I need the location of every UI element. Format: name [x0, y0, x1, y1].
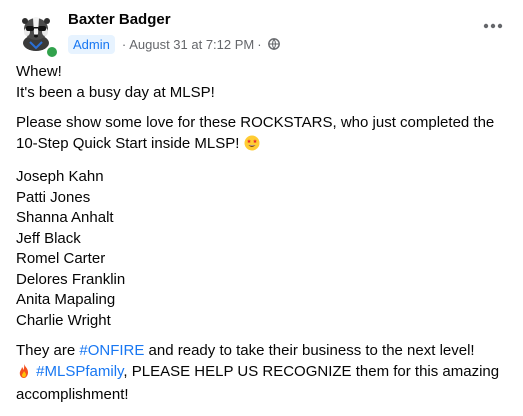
closing-paragraph: They are #ONFIRE and ready to take their… [16, 341, 511, 406]
greeting-line-1: Whew! [16, 63, 62, 80]
list-item: Romel Carter [16, 250, 106, 267]
hashtag-onfire-link[interactable]: #ONFIRE [79, 342, 144, 359]
list-item: Jeff Black [16, 229, 81, 247]
list-item: Patti Jones [16, 188, 91, 206]
online-status-dot [45, 45, 59, 59]
list-item: Joseph Kahn [16, 168, 104, 185]
facebook-post: Baxter Badger Admin · August 31 at 7:12 … [0, 0, 523, 405]
author-name[interactable]: Baxter Badger [68, 11, 171, 28]
globe-icon[interactable] [267, 38, 280, 50]
post-timestamp[interactable]: August 31 at 7:12 PM [129, 37, 254, 52]
star-struck-emoji [244, 135, 260, 158]
post-content: Whew! It's been a busy day at MLSP! Plea… [16, 62, 511, 416]
fire-emoji [16, 363, 32, 386]
greeting-line-2: It's been a busy day at MLSP! [16, 83, 215, 101]
more-options-icon[interactable] [479, 16, 507, 36]
closing-text: and ready to take their business to the … [144, 342, 475, 359]
closing-text: They are [16, 342, 80, 359]
intro-paragraph: Please show some love for these ROCKSTAR… [16, 113, 511, 157]
list-item: Shanna Anhalt [16, 209, 114, 226]
post-meta: Admin · August 31 at 7:12 PM · [68, 34, 280, 54]
list-item: Anita Mapaling [16, 291, 116, 308]
list-item: Charlie Wright [16, 311, 111, 329]
admin-badge[interactable]: Admin [68, 34, 115, 54]
meta-separator: · [121, 36, 127, 52]
greeting: Whew! It's been a busy day at MLSP! [16, 62, 511, 103]
avatar[interactable] [16, 12, 59, 59]
names-list: Joseph Kahn Patti Jones Shanna Anhalt Je… [16, 167, 511, 331]
meta-separator: · [257, 36, 262, 52]
hashtag-mlspfamily-link[interactable]: #MLSPfamily [36, 363, 123, 380]
post-header: Baxter Badger Admin · August 31 at 7:12 … [16, 8, 507, 59]
list-item: Delores Franklin [16, 270, 126, 288]
